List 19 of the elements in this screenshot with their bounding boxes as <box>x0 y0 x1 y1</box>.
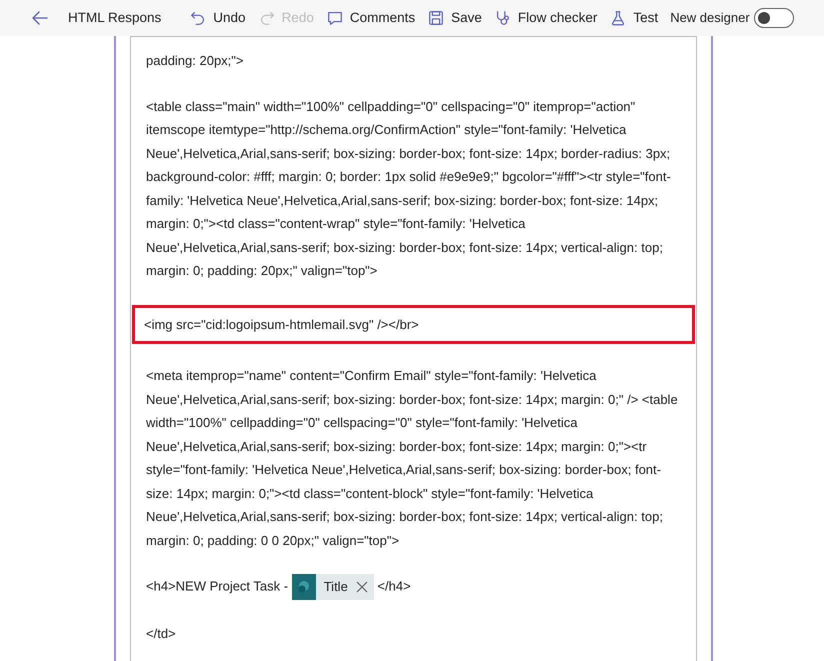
code-line: <table class="main" width="100%" cellpadding="0" cellspacing="0" itemprop="action" itemscope itemtype="http://schema.org/ConfirmAction" style="font-family: 'Helvetica Neue',Helvetica,Arial,sans-serif; box-sizing: border-box; font-size: 14px; border-radius: 3px; background-color: #fff; margin: 0; border: 1px solid #e9e9e9;" bgcolor="#fff"><tr style="font-family: 'Helvetica Neue',Helvetica,Arial,sans-serif; box-sizing: border-box; font-size: 14px; margin: 0;"><td class="content-wrap" style="font-family: 'Helvetica Neue',Helvetica,Arial,sans-serif; box-sizing: border-box; font-size: 14px; vertical-align: top; margin: 0; padding: 20px;" valign="top"> <box>145 98 672 280</box>
toggle-switch[interactable] <box>754 8 794 28</box>
comment-icon <box>326 9 344 27</box>
dynamic-content-token[interactable]: Title <box>292 574 374 600</box>
toggle-label: New designer <box>670 9 750 28</box>
code-line: <meta itemprop="name" content="Confirm Email" style="font-family: 'Helvetica Neue',Helvetica,Arial,sans-serif; box-sizing: border-box; font-size: 14px; margin: 0;" /> <table width="100%" cellpadding="0" cellspacing="0" style="font-family: 'Helvetica Neue',Helvetica,Arial,sans-serif; box-sizing: border-box; font-size: 14px; margin: 0;"><tr style="font-family: 'Helvetica Neue',Helvetica,Arial,sans-serif; box-sizing: border-box; font-size: 14px; margin: 0;"><td class="content-block" style="font-family: 'Helvetica Neue',Helvetica,Arial,sans-serif; box-sizing: border-box; font-size: 14px; vertical-align: top; margin: 0; padding: 0 0 20px;" valign="top"> <box>145 367 679 550</box>
code-line: <h4>NEW Project Task - Title </h4> <box>131 574 696 600</box>
back-button[interactable]: HTML Respons <box>26 3 166 33</box>
code-line: padding: 20px;"> <box>145 52 244 70</box>
checker-button[interactable]: Flow checker <box>490 3 602 33</box>
save-button[interactable]: Save <box>423 3 486 33</box>
code-editor[interactable] <box>130 36 697 661</box>
save-icon <box>427 9 446 27</box>
undo-button[interactable]: Undo <box>185 3 250 33</box>
sharepoint-icon <box>292 574 316 600</box>
code-line: </td> <box>145 625 177 643</box>
test-button[interactable]: Test <box>605 3 662 33</box>
comments-button[interactable]: Comments <box>322 3 420 33</box>
remove-icon[interactable] <box>356 581 368 593</box>
